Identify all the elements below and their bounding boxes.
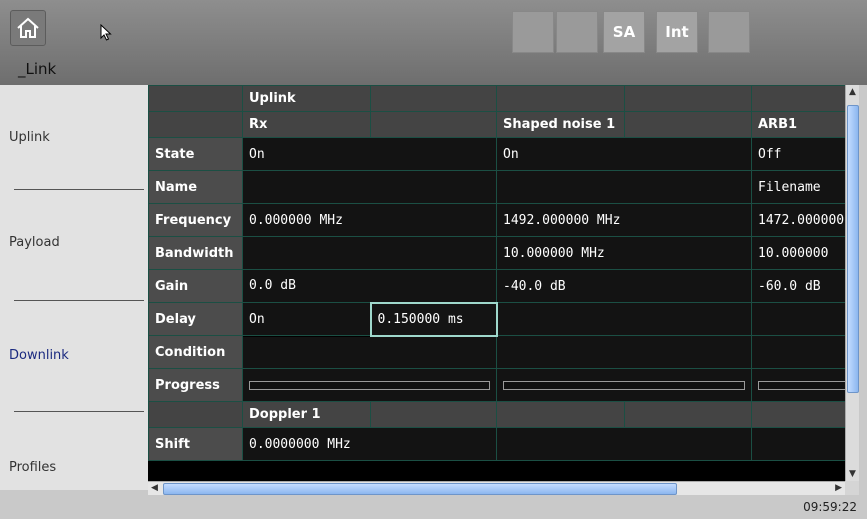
row-label-frequency: Frequency	[148, 203, 243, 237]
home-icon	[17, 17, 39, 38]
arb-name-cell[interactable]: Filename	[751, 170, 845, 204]
sidebar: Uplink Payload Downlink Profiles	[0, 85, 148, 490]
rx-gain-cell[interactable]: 0.0 dB	[242, 269, 497, 303]
header-cell	[751, 401, 845, 428]
noise-state-cell[interactable]: On	[496, 137, 752, 171]
rx-state-cell[interactable]: On	[242, 137, 497, 171]
sidebar-item-payload[interactable]: Payload	[0, 190, 148, 294]
doppler-shift-cell[interactable]: 0.0000000 MHz	[242, 427, 497, 461]
progress-bar	[503, 380, 745, 390]
sidebar-item-label: Payload	[9, 234, 60, 250]
vertical-scrollbar[interactable]: ▲ ▼	[845, 85, 859, 481]
row-label-state: State	[148, 137, 243, 171]
header-cell	[624, 85, 752, 112]
header-cell	[496, 401, 625, 428]
noise-condition-cell[interactable]	[496, 335, 752, 369]
toolbar-button-2[interactable]	[556, 11, 598, 53]
arb-column-header[interactable]: ARB1	[751, 111, 845, 138]
noise-shift-cell[interactable]	[496, 427, 752, 461]
arb-condition-cell[interactable]	[751, 335, 845, 369]
row-label-bandwidth: Bandwidth	[148, 236, 243, 270]
sidebar-item-uplink[interactable]: Uplink	[0, 85, 148, 189]
scroll-down-icon[interactable]: ▼	[849, 469, 856, 479]
arb-state-cell[interactable]: Off	[751, 137, 845, 171]
header-cell	[751, 85, 845, 112]
row-label-progress: Progress	[148, 368, 243, 402]
noise-progress-cell	[496, 368, 752, 402]
arb-bandwidth-cell[interactable]: 10.000000	[751, 236, 845, 270]
row-label-shift: Shift	[148, 427, 243, 461]
parameter-grid: Uplink Rx Shaped noise 1 ARB1 State On O…	[148, 85, 845, 481]
status-clock: 09:59:22	[803, 500, 857, 514]
sidebar-item-label: Uplink	[9, 129, 50, 145]
sidebar-divider	[14, 411, 144, 412]
progress-bar	[758, 380, 845, 390]
app-title: _Link	[18, 60, 57, 78]
grid-corner-cell	[148, 401, 243, 428]
sidebar-item-profiles[interactable]: Profiles	[0, 415, 148, 519]
scroll-right-icon[interactable]: ▶	[835, 483, 842, 493]
row-label-delay: Delay	[148, 302, 243, 336]
vertical-scroll-thumb[interactable]	[847, 105, 859, 393]
scroll-up-icon[interactable]: ▲	[849, 87, 856, 97]
rx-bandwidth-cell[interactable]	[242, 236, 497, 270]
shaped-noise-column-header[interactable]: Shaped noise 1	[496, 111, 625, 138]
sidebar-divider	[14, 300, 144, 301]
horizontal-scrollbar[interactable]: ◀ ▶	[148, 481, 845, 495]
header-cell	[624, 401, 752, 428]
arb-progress-cell	[751, 368, 845, 402]
mouse-cursor-icon	[100, 24, 112, 41]
noise-gain-cell[interactable]: -40.0 dB	[496, 269, 752, 303]
rx-column-header[interactable]: Rx	[242, 111, 371, 138]
arb-gain-cell[interactable]: -60.0 dB	[751, 269, 845, 303]
doppler-column-header[interactable]: Doppler 1	[242, 401, 371, 428]
scrollbar-corner	[845, 481, 859, 495]
rx-frequency-cell[interactable]: 0.000000 MHz	[242, 203, 497, 237]
noise-bandwidth-cell[interactable]: 10.000000 MHz	[496, 236, 752, 270]
rx-name-cell[interactable]	[242, 170, 497, 204]
arb-shift-cell[interactable]	[751, 427, 845, 461]
sa-button[interactable]: SA	[603, 11, 645, 53]
header-cell	[624, 111, 752, 138]
header-cell	[370, 401, 497, 428]
row-label-name: Name	[148, 170, 243, 204]
grid-corner-cell	[148, 85, 243, 112]
header-cell	[370, 85, 497, 112]
toolbar-button-5[interactable]	[708, 11, 750, 53]
rx-condition-cell[interactable]	[242, 335, 497, 369]
grid-corner-cell	[148, 111, 243, 138]
arb-delay-cell[interactable]	[751, 302, 845, 336]
row-label-gain: Gain	[148, 269, 243, 303]
arb-frequency-cell[interactable]: 1472.000000	[751, 203, 845, 237]
sidebar-item-label: Downlink	[9, 347, 69, 363]
progress-bar	[249, 380, 490, 390]
horizontal-scroll-thumb[interactable]	[163, 483, 677, 495]
noise-frequency-cell[interactable]: 1492.000000 MHz	[496, 203, 752, 237]
rx-delay-state-cell[interactable]: On	[242, 302, 371, 336]
rx-delay-value-input[interactable]: 0.150000 ms	[369, 301, 498, 337]
noise-name-cell[interactable]	[496, 170, 752, 204]
top-toolbar: _Link SA Int	[0, 0, 867, 85]
noise-delay-cell[interactable]	[496, 302, 752, 336]
sidebar-item-label: Profiles	[9, 459, 57, 475]
row-label-condition: Condition	[148, 335, 243, 369]
header-cell	[496, 85, 625, 112]
uplink-group-header: Uplink	[242, 85, 371, 112]
toolbar-button-1[interactable]	[512, 11, 554, 53]
scroll-left-icon[interactable]: ◀	[151, 483, 158, 493]
sidebar-item-downlink[interactable]: Downlink	[0, 303, 148, 407]
int-button[interactable]: Int	[656, 11, 698, 53]
header-cell	[370, 111, 497, 138]
rx-progress-cell	[242, 368, 497, 402]
home-button[interactable]	[10, 10, 46, 46]
